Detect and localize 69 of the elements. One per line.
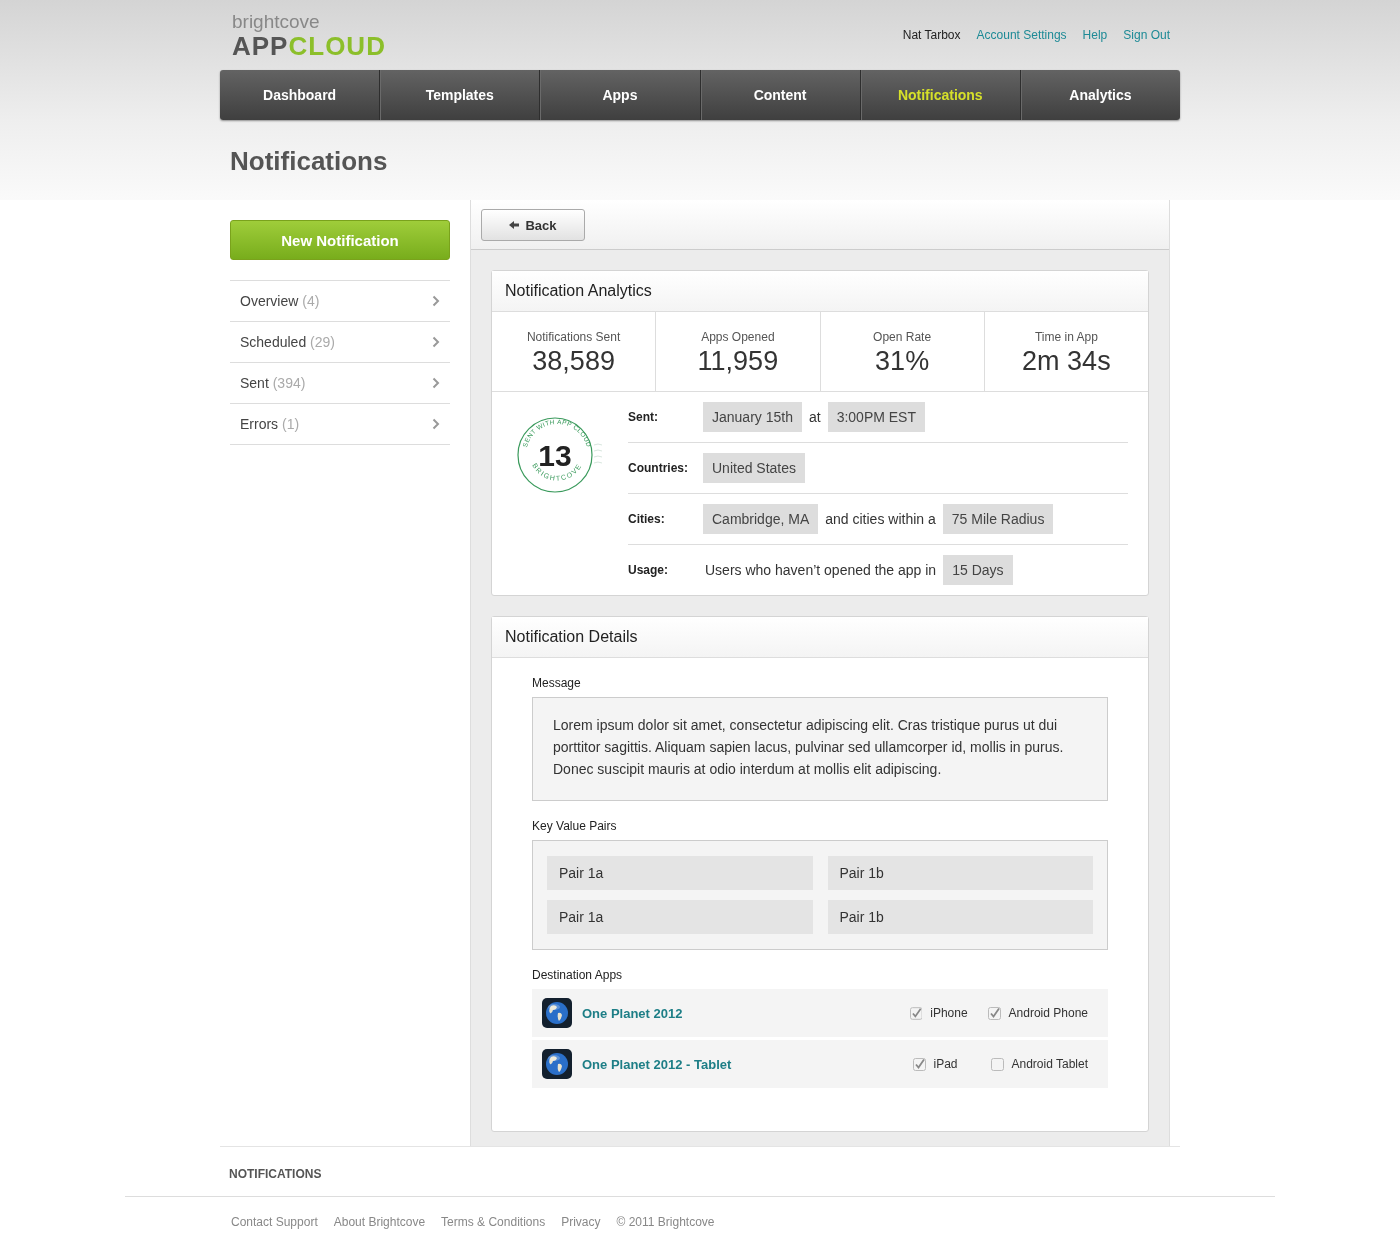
logo[interactable]: APPCLOUD bbox=[232, 32, 386, 60]
sidebar-item[interactable]: Sent (394) bbox=[230, 363, 450, 404]
stat-value: 38,589 bbox=[531, 346, 616, 377]
device-label: iPad bbox=[933, 1057, 958, 1071]
sidebar-item[interactable]: Scheduled (29) bbox=[230, 322, 450, 363]
stat-value: 11,959 bbox=[696, 346, 780, 377]
nav-tab[interactable]: Apps bbox=[539, 70, 700, 120]
chevron-icon bbox=[432, 336, 440, 348]
value-field[interactable]: Pair 1b bbox=[827, 900, 1093, 934]
field-label: Usage: bbox=[628, 563, 669, 577]
section-label: Destination Apps bbox=[532, 968, 624, 982]
message-text: Lorem ipsum dolor sit amet, consectetur adipiscing elit. Cras tristique purus ut dui porttitor sagittis. Aliquam sapien lacus, pulvinar sed ullamcorper id, mollis in purus. Donec suscipit mauris at odio interdum at mollis elit adipiscing. bbox=[532, 697, 1108, 801]
checkbox[interactable] bbox=[909, 1006, 923, 1020]
stat-value: 2m 34s bbox=[1021, 346, 1112, 377]
stat-label: Open Rate bbox=[872, 330, 933, 344]
footer-link[interactable]: About Brightcove bbox=[333, 1215, 426, 1229]
user-name: Nat Tarbox bbox=[902, 28, 961, 42]
page-title: Notifications bbox=[230, 146, 389, 177]
footer-link[interactable]: Privacy bbox=[561, 1215, 601, 1229]
globe-icon bbox=[542, 998, 572, 1028]
value-tag: United States bbox=[703, 453, 806, 483]
key-field[interactable]: Pair 1a bbox=[547, 900, 813, 934]
stat-label: Apps Opened bbox=[700, 330, 776, 344]
device-label: Android Phone bbox=[1008, 1006, 1088, 1020]
card-title: Notification Analytics bbox=[492, 271, 1148, 312]
checkbox[interactable] bbox=[987, 1006, 1001, 1020]
nav-tab[interactable]: Notifications bbox=[859, 70, 1020, 120]
app-link[interactable]: One Planet 2012 - Tablet bbox=[582, 1056, 913, 1072]
nav-tab[interactable]: Content bbox=[699, 70, 860, 120]
value-text: and cities within a bbox=[824, 511, 937, 527]
chevron-icon bbox=[432, 295, 440, 307]
app-link[interactable]: One Planet 2012 bbox=[582, 1005, 910, 1021]
nav-tab[interactable]: Analytics bbox=[1019, 70, 1181, 120]
value-text: Users who haven’t opened the app in bbox=[704, 562, 938, 578]
nav-tab[interactable]: Dashboard bbox=[220, 70, 380, 120]
field-label: Countries: bbox=[628, 461, 689, 475]
device-label: iPhone bbox=[930, 1006, 968, 1020]
nav-tab[interactable]: Templates bbox=[379, 70, 540, 120]
value-tag: 75 Mile Radius bbox=[942, 504, 1054, 534]
sidebar-item[interactable]: Overview (4) bbox=[230, 281, 450, 322]
device-label: Android Tablet bbox=[1011, 1057, 1088, 1071]
globe-icon bbox=[542, 1049, 572, 1079]
footer-link[interactable]: Contact Support bbox=[231, 1215, 318, 1229]
field-label: Cities: bbox=[628, 512, 666, 526]
value-tag: Cambridge, MA bbox=[703, 504, 819, 534]
back-button[interactable]: Back bbox=[481, 209, 585, 241]
card-title: Notification Details bbox=[492, 617, 1148, 658]
value-tag: 15 Days bbox=[943, 555, 1013, 585]
chevron-icon bbox=[432, 418, 440, 430]
field-label: Sent: bbox=[628, 410, 659, 424]
chevron-icon bbox=[432, 377, 440, 389]
value-tag: 3:00PM EST bbox=[827, 402, 925, 432]
key-field[interactable]: Pair 1a bbox=[547, 856, 813, 890]
logo-tagline: brightcove bbox=[232, 12, 321, 32]
sidebar-item[interactable]: Errors (1) bbox=[230, 404, 450, 445]
footer-link[interactable]: © 2011 Brightcove bbox=[616, 1215, 715, 1229]
section-label: Message bbox=[532, 676, 582, 690]
footer-heading: NOTIFICATIONS bbox=[220, 1146, 1180, 1196]
section-label: Key Value Pairs bbox=[532, 819, 618, 833]
stat-label: Notifications Sent bbox=[525, 330, 622, 344]
checkbox[interactable] bbox=[990, 1057, 1004, 1071]
stat-value: 31% bbox=[874, 346, 931, 377]
checkbox[interactable] bbox=[912, 1057, 926, 1071]
stat-label: Time in App bbox=[1033, 330, 1099, 344]
value-field[interactable]: Pair 1b bbox=[827, 856, 1093, 890]
value-text: at bbox=[807, 409, 822, 425]
back-arrow-icon bbox=[509, 221, 520, 229]
footer-link[interactable]: Terms & Conditions bbox=[441, 1215, 546, 1229]
value-tag: January 15th bbox=[703, 402, 802, 432]
